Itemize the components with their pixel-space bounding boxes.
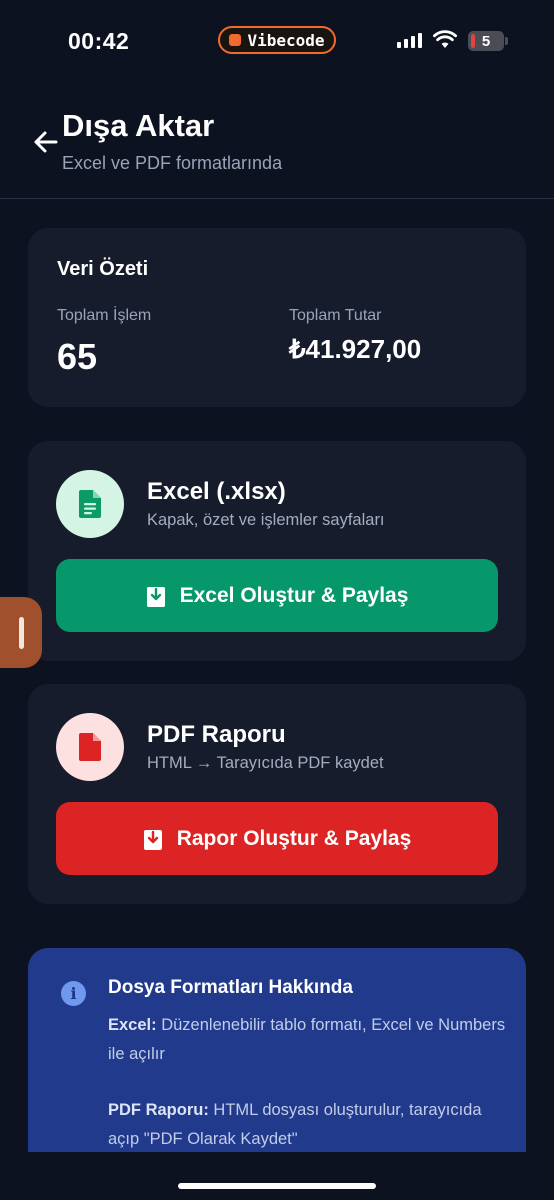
info-pdf-text: PDF Raporu: HTML dosyası oluşturulur, ta… — [108, 1096, 508, 1152]
vibecode-label: Vibecode — [247, 30, 325, 50]
home-indicator — [178, 1183, 376, 1189]
side-drawer-handle[interactable] — [0, 597, 42, 668]
document-icon — [79, 733, 101, 761]
download-icon — [143, 829, 162, 850]
battery-tip — [505, 37, 508, 45]
wifi-icon — [433, 30, 457, 48]
document-icon — [79, 490, 101, 518]
download-icon — [146, 586, 165, 607]
info-excel-label: Excel: — [108, 1016, 157, 1034]
info-title: Dosya Formatları Hakkında — [108, 977, 353, 998]
total-amount-label: Toplam Tutar — [289, 307, 382, 324]
info-card: i Dosya Formatları Hakkında Excel: Düzen… — [28, 948, 526, 1152]
info-pdf-label: PDF Raporu: — [108, 1101, 209, 1119]
excel-description: Kapak, özet ve işlemler sayfaları — [147, 511, 385, 529]
handle-bar — [18, 616, 24, 649]
total-amount-value: ₺41.927,00 — [289, 334, 422, 364]
pdf-export-card: PDF Raporu HTML → Tarayıcıda PDF kaydet … — [28, 684, 526, 904]
total-count-value: 65 — [57, 336, 98, 377]
signal-icon — [397, 33, 422, 48]
pdf-description: HTML → Tarayıcıda PDF kaydet — [147, 754, 384, 772]
excel-button-label: Excel Oluştur & Paylaş — [179, 583, 409, 607]
battery-fill — [471, 34, 475, 48]
summary-card: Veri Özeti Toplam İşlem 65 Toplam Tutar … — [28, 228, 526, 407]
page-subtitle: Excel ve PDF formatlarında — [62, 153, 283, 173]
pdf-icon-badge — [56, 713, 124, 781]
excel-icon-badge — [56, 470, 124, 538]
summary-title: Veri Özeti — [57, 258, 149, 280]
pdf-title: PDF Raporu — [147, 721, 286, 748]
info-excel-body: Düzenlenebilir tablo formatı, Excel ve N… — [108, 1016, 506, 1063]
total-count-label: Toplam İşlem — [57, 307, 152, 324]
info-icon: i — [61, 981, 86, 1006]
battery-level: 5 — [481, 32, 491, 50]
pdf-create-share-button[interactable]: Rapor Oluştur & Paylaş — [56, 802, 498, 875]
info-excel-text: Excel: Düzenlenebilir tablo formatı, Exc… — [108, 1011, 508, 1069]
back-arrow-icon[interactable] — [30, 126, 62, 158]
battery-indicator: 5 — [468, 31, 504, 51]
page-title: Dışa Aktar — [62, 108, 215, 143]
header-divider — [0, 198, 554, 199]
excel-title: Excel (.xlsx) — [147, 478, 286, 505]
status-bar: 00:42 Vibecode 5 — [0, 0, 554, 80]
pdf-button-label: Rapor Oluştur & Paylaş — [176, 826, 412, 850]
excel-export-card: Excel (.xlsx) Kapak, özet ve işlemler sa… — [28, 441, 526, 661]
excel-create-share-button[interactable]: Excel Oluştur & Paylaş — [56, 559, 498, 632]
vibecode-pill[interactable]: Vibecode — [218, 26, 336, 54]
vibecode-icon — [229, 34, 242, 46]
status-time: 00:42 — [68, 28, 130, 54]
